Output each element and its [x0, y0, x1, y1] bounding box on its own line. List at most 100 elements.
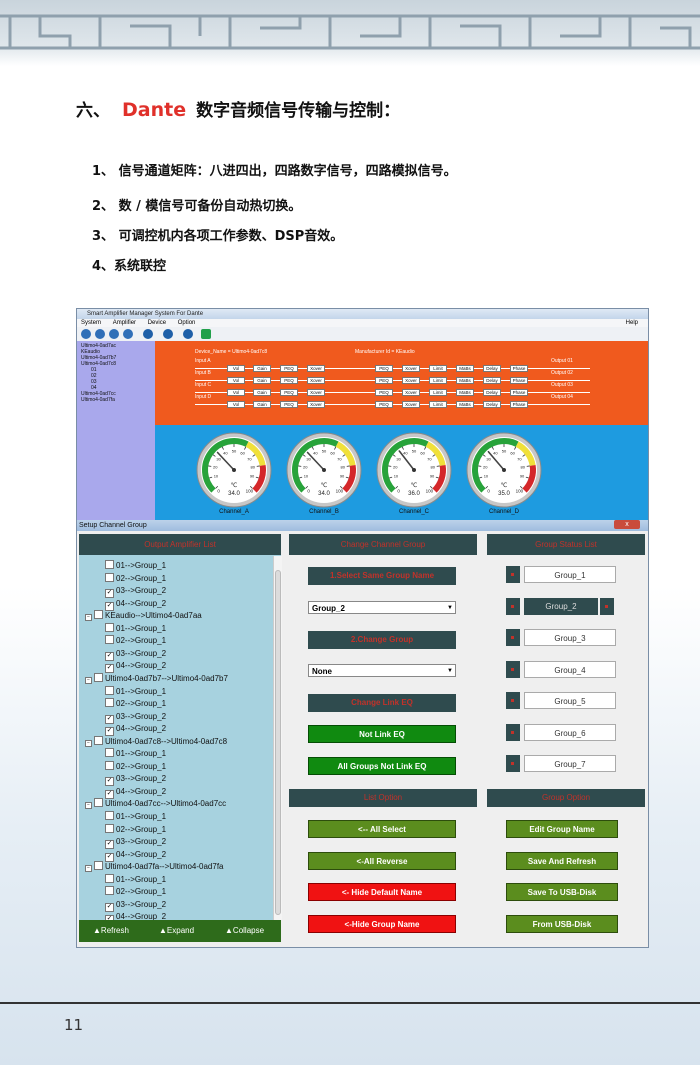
all-select-button[interactable]: <-- All Select [308, 820, 456, 838]
channel-row[interactable]: ✓ 03-->Group_2 [105, 899, 166, 912]
close-button[interactable]: x [614, 520, 640, 529]
channel-row[interactable]: 01-->Group_1 [105, 873, 166, 886]
toolbar-icon[interactable] [81, 329, 91, 339]
dsp-block-vol[interactable]: Vol [227, 401, 245, 408]
channel-row[interactable]: ✓ 04-->Group_2 [105, 786, 166, 799]
dsp-block-peq[interactable]: PEQ [375, 389, 393, 396]
dsp-block-gain[interactable]: Gain [253, 401, 271, 408]
toolbar-icon[interactable] [95, 329, 105, 339]
dsp-block-delay[interactable]: Delay [483, 377, 501, 384]
device-row[interactable]: − Ultimo4-0ad7c8-->Ultimo4-0ad7c8 [85, 735, 227, 748]
expand-button[interactable]: ▲Expand [159, 926, 194, 935]
dsp-block-peq[interactable]: PEQ [375, 365, 393, 372]
row-checkbox[interactable] [105, 873, 114, 883]
dsp-block-xover[interactable]: Xover [402, 377, 420, 384]
channel-row[interactable]: 02-->Group_1 [105, 698, 166, 710]
dsp-block-limit[interactable]: Limit [429, 389, 447, 396]
dsp-block-peq[interactable]: PEQ [280, 389, 298, 396]
collapse-toggle-icon[interactable]: − [85, 865, 92, 873]
dsp-block-xover[interactable]: Xover [402, 401, 420, 408]
collapse-toggle-icon[interactable]: − [85, 739, 92, 747]
group-name[interactable]: Group_5 [524, 692, 616, 709]
dsp-block-limit[interactable]: Limit [429, 377, 447, 384]
row-checkbox[interactable] [105, 811, 114, 820]
dsp-block-peq[interactable]: PEQ [280, 377, 298, 384]
change-group-button[interactable]: 2.Change Group [308, 631, 456, 649]
dsp-block-gain[interactable]: Gain [253, 377, 271, 384]
save-and-refresh-button[interactable]: Save And Refresh [506, 852, 618, 870]
hide-group-name-button[interactable]: <-Hide Group Name [308, 915, 456, 933]
channel-row[interactable]: 02-->Group_1 [105, 886, 166, 898]
dsp-block-mabs[interactable]: MaBs [456, 389, 474, 396]
menu-system[interactable]: System [81, 320, 101, 326]
collapse-toggle-icon[interactable]: − [85, 614, 92, 622]
dsp-block-phase[interactable]: Phase [510, 389, 528, 396]
device-row[interactable]: − KEaudio-->Ultimo4-0ad7aa [85, 610, 202, 622]
channel-row[interactable]: 02-->Group_1 [105, 572, 166, 585]
row-checkbox[interactable] [105, 760, 114, 770]
row-checkbox[interactable] [105, 622, 114, 632]
channel-row[interactable]: 02-->Group_1 [105, 635, 166, 647]
collapse-toggle-icon[interactable]: − [85, 802, 92, 810]
save-to-usb-button[interactable]: Save To USB-Disk [506, 883, 618, 901]
row-checkbox[interactable] [105, 748, 114, 758]
row-checkbox[interactable] [105, 685, 114, 695]
dsp-block-peq[interactable]: PEQ [280, 365, 298, 372]
channel-row[interactable]: ✓ 03-->Group_2 [105, 773, 166, 787]
row-checkbox[interactable] [105, 886, 114, 896]
dsp-block-xover[interactable]: Xover [402, 365, 420, 372]
row-checkbox[interactable] [105, 635, 114, 645]
device-row[interactable]: − Ultimo4-0ad7b7-->Ultimo4-0ad7b7 [85, 672, 228, 685]
toolbar-icon[interactable] [109, 329, 119, 339]
channel-row[interactable]: ✓ 03-->Group_2 [105, 711, 166, 724]
from-usb-button[interactable]: From USB-Disk [506, 915, 618, 933]
dsp-block-mabs[interactable]: MaBs [456, 365, 474, 372]
row-checkbox[interactable] [94, 610, 103, 620]
dsp-block-peq[interactable]: PEQ [375, 377, 393, 384]
toolbar-icon[interactable] [163, 329, 173, 339]
toolbar-icon[interactable] [183, 329, 193, 339]
channel-row[interactable]: 01-->Group_1 [105, 811, 166, 823]
dsp-block-limit[interactable]: Limit [429, 401, 447, 408]
row-checkbox[interactable] [94, 672, 103, 682]
group-name[interactable]: Group_2 [524, 597, 598, 615]
channel-row[interactable]: ✓ 03-->Group_2 [105, 648, 166, 661]
dsp-block-delay[interactable]: Delay [483, 401, 501, 408]
dsp-block-peq[interactable]: PEQ [280, 401, 298, 408]
menu-help[interactable]: Help [626, 319, 638, 327]
dsp-block-gain[interactable]: Gain [253, 365, 271, 372]
channel-row[interactable]: ✓ 04-->Group_2 [105, 849, 166, 862]
channel-row[interactable]: 01-->Group_1 [105, 685, 166, 698]
channel-row[interactable]: 01-->Group_1 [105, 622, 166, 635]
group-name[interactable]: Group_7 [524, 755, 616, 772]
device-row[interactable]: − Ultimo4-0ad7fa-->Ultimo4-0ad7fa [85, 861, 224, 873]
not-link-eq-button[interactable]: Not Link EQ [308, 725, 456, 743]
menu-option[interactable]: Option [178, 320, 196, 326]
channel-row[interactable]: 01-->Group_1 [105, 748, 166, 760]
all-reverse-button[interactable]: <-All Reverse [308, 852, 456, 870]
dsp-block-phase[interactable]: Phase [510, 377, 528, 384]
group-select[interactable]: Group_2 ▼ [308, 601, 456, 614]
change-link-eq-button[interactable]: Change Link EQ [308, 694, 456, 712]
edit-group-name-button[interactable]: Edit Group Name [506, 820, 618, 838]
toolbar-icon[interactable] [143, 329, 153, 339]
refresh-button[interactable]: ▲Refresh [93, 926, 129, 935]
row-checkbox[interactable] [94, 735, 103, 745]
dsp-block-vol[interactable]: Vol [227, 377, 245, 384]
collapse-button[interactable]: ▲Collapse [225, 926, 264, 935]
dsp-block-xover[interactable]: Xover [307, 365, 325, 372]
row-checkbox[interactable] [94, 861, 103, 871]
dsp-block-xover[interactable]: Xover [307, 389, 325, 396]
group-name[interactable]: Group_4 [524, 660, 616, 678]
collapse-toggle-icon[interactable]: − [85, 676, 92, 684]
channel-row[interactable]: ✓ 04-->Group_2 [105, 660, 166, 674]
group-name[interactable]: Group_3 [524, 629, 616, 646]
dsp-block-mabs[interactable]: MaBs [456, 377, 474, 384]
channel-row[interactable]: ✓ 04-->Group_2 [105, 723, 166, 737]
dsp-block-limit[interactable]: Limit [429, 365, 447, 372]
dsp-block-xover[interactable]: Xover [307, 401, 325, 408]
dsp-block-gain[interactable]: Gain [253, 389, 271, 396]
row-checkbox[interactable] [105, 698, 114, 708]
dsp-block-vol[interactable]: Vol [227, 389, 245, 396]
scroll-thumb[interactable] [275, 570, 281, 915]
